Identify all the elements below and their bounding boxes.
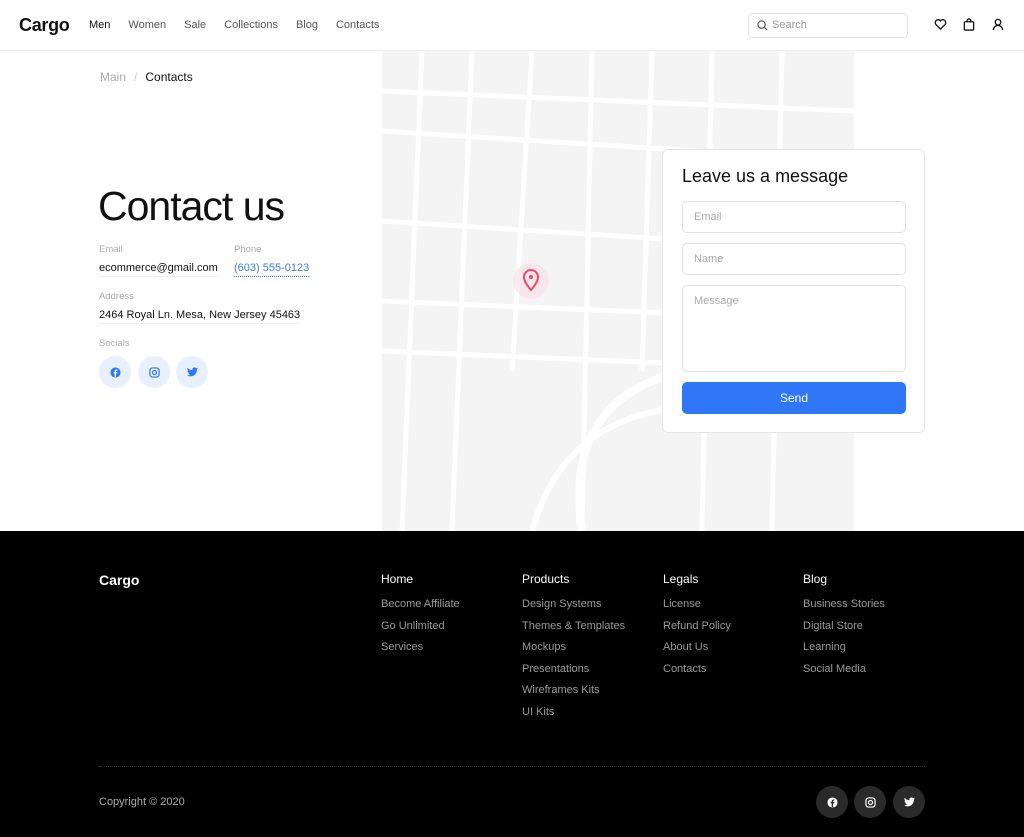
footer-link[interactable]: Business Stories [803,598,885,610]
email-value[interactable]: ecommerce@gmail.com [99,262,218,277]
nav-blog[interactable]: Blog [296,19,318,31]
footer-twitter-button[interactable] [893,786,925,818]
footer-col-blog: Blog Business Stories Digital Store Lear… [803,572,885,675]
footer-facebook-button[interactable] [816,786,848,818]
footer-link[interactable]: Go Unlimited [381,620,460,632]
heart-icon[interactable] [934,18,947,31]
facebook-button[interactable] [99,356,131,388]
twitter-icon [903,797,915,807]
send-button[interactable]: Send [682,382,906,414]
twitter-button[interactable] [176,356,208,388]
phone-link[interactable]: (603) 555-0123 [234,262,310,277]
footer-link[interactable]: Mockups [522,641,625,653]
footer-link[interactable]: Social Media [803,663,885,675]
address-label: Address [99,291,134,302]
main-nav: Men Women Sale Collections Blog Contacts [89,19,397,31]
footer-link[interactable]: Digital Store [803,620,885,632]
nav-contacts[interactable]: Contacts [336,19,379,31]
facebook-icon [826,796,838,808]
footer-link[interactable]: Learning [803,641,885,653]
nav-men[interactable]: Men [89,19,110,31]
nav-collections[interactable]: Collections [224,19,278,31]
footer-link[interactable]: Presentations [522,663,625,675]
nav-sale[interactable]: Sale [184,19,206,31]
instagram-icon [148,366,160,378]
instagram-icon [864,796,876,808]
footer-col-products: Products Design Systems Themes & Templat… [522,572,626,718]
footer-link[interactable]: Design Systems [522,598,625,610]
footer-divider [99,766,925,767]
facebook-icon [109,366,121,378]
address-value: 2464 Royal Ln. Mesa, New Jersey 45463 [99,309,301,324]
header: Cargo Men Women Sale Collections Blog Co… [0,0,1024,51]
footer-col-home: Home Become Affiliate Go Unlimited Servi… [381,572,460,653]
footer-col-legals: Legals License Refund Policy About Us Co… [663,572,731,675]
message-form: Leave us a message Email Name Message Se… [662,149,925,433]
logo[interactable]: Cargo [19,15,70,36]
footer: Cargo Home Become Affiliate Go Unlimited… [0,531,1024,837]
bag-icon[interactable] [963,18,975,31]
phone-label: Phone [234,244,262,255]
copyright: Copyright © 2020 [99,796,185,808]
footer-link[interactable]: About Us [663,641,731,653]
footer-instagram-button[interactable] [854,786,886,818]
footer-link[interactable]: Themes & Templates [522,620,625,632]
form-title: Leave us a message [682,166,849,186]
footer-link[interactable]: License [663,598,731,610]
twitter-icon [186,367,198,377]
email-label: Email [99,244,123,255]
footer-link[interactable]: Wireframes Kits [522,684,625,696]
instagram-button[interactable] [138,356,170,388]
user-icon[interactable] [992,18,1004,31]
socials-label: Socials [99,338,130,349]
nav-women[interactable]: Women [128,19,166,31]
breadcrumb: Main / Contacts [100,70,193,84]
footer-link[interactable]: Services [381,641,460,653]
breadcrumb-main[interactable]: Main [100,70,126,84]
email-field[interactable]: Email [682,201,906,233]
search-input[interactable]: Search [748,13,908,38]
footer-link[interactable]: Become Affiliate [381,598,460,610]
page-title: Contact us [98,183,285,229]
breadcrumb-current: Contacts [145,70,193,84]
footer-logo[interactable]: Cargo [99,572,139,588]
footer-link[interactable]: UI Kits [522,706,625,718]
message-field[interactable]: Message [682,285,906,372]
footer-link[interactable]: Refund Policy [663,620,731,632]
search-icon [757,20,768,31]
footer-link[interactable]: Contacts [663,663,731,675]
name-field[interactable]: Name [682,243,906,275]
